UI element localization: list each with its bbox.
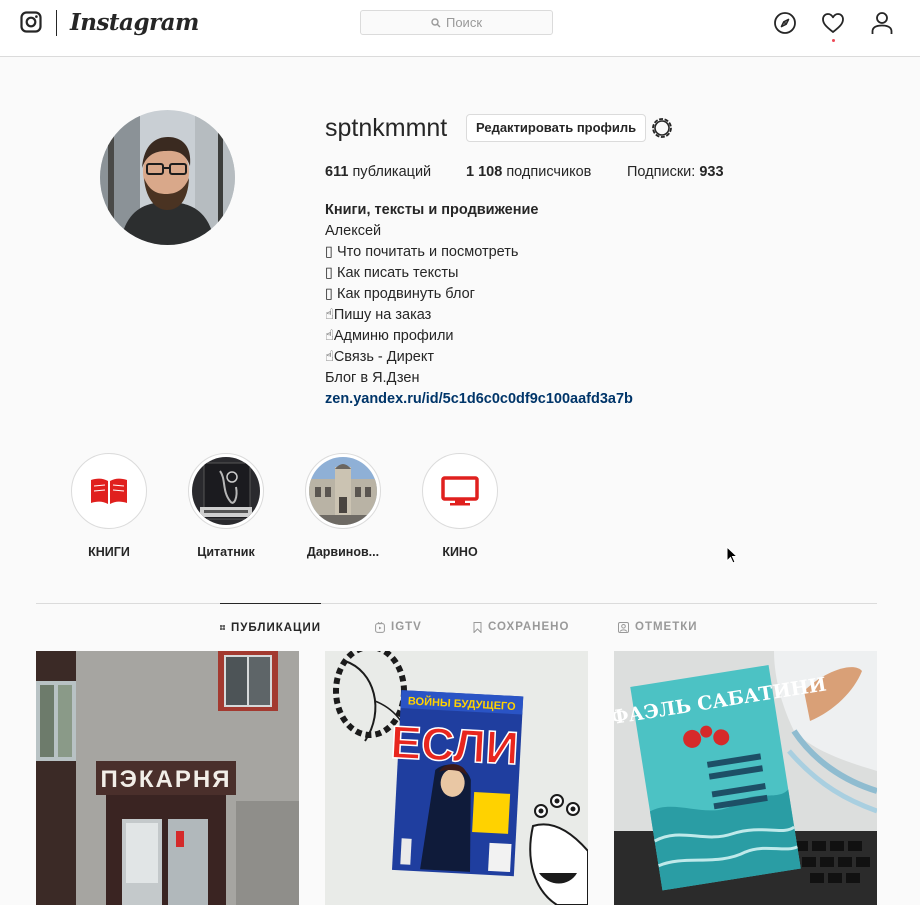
bio-line: ☝Пишу на заказ: [325, 307, 432, 323]
posts-stat: 611 публикаций: [325, 164, 431, 180]
bio-line: Блог в Я.Дзен: [325, 370, 420, 386]
posts-label: публикаций: [352, 164, 432, 180]
bio-line: ☝Связь - Директ: [325, 349, 434, 365]
post-thumbnail[interactable]: ПЭКАРНЯ: [36, 651, 299, 905]
bio-website-link[interactable]: zen.yandex.ru/id/5c1d6c0c0df9c100aafd3a7…: [325, 389, 633, 410]
posts-count: 611: [325, 164, 349, 180]
bakery-storefront-photo: ПЭКАРНЯ: [36, 651, 299, 905]
post-thumbnail[interactable]: ВОЙНЫ БУДУЩЕГО ЕСЛИ: [325, 651, 588, 905]
red-tv-icon: [441, 476, 479, 506]
notification-dot: [832, 39, 835, 42]
avatar-photo: [100, 110, 235, 245]
profile-username: sptnkmmnt: [325, 114, 448, 142]
book-cover-photo: [192, 457, 260, 525]
highlight-item[interactable]: Цитатник: [166, 453, 286, 559]
highlight-item[interactable]: КИНО: [400, 453, 520, 559]
highlight-ring: [188, 453, 264, 529]
tab-saved[interactable]: СОХРАНЕНО: [473, 603, 569, 651]
bio-line: ▯ Что почитать и посмотреть: [325, 244, 519, 260]
settings-gear-icon[interactable]: [650, 116, 674, 140]
mouse-cursor-icon: [726, 546, 738, 564]
tab-label: СОХРАНЕНО: [488, 621, 570, 633]
following-label: Подписки:: [627, 164, 696, 180]
search-input[interactable]: Поиск: [360, 10, 553, 35]
tab-label: ОТМЕТКИ: [635, 621, 698, 633]
grid-icon: [220, 625, 225, 630]
profile-avatar[interactable]: [100, 110, 235, 245]
following-count: 933: [699, 164, 724, 180]
tagged-icon: [618, 621, 629, 633]
highlight-label: Цитатник: [197, 545, 255, 559]
highlight-cover: [192, 457, 260, 525]
highlight-ring: [71, 453, 147, 529]
red-book-icon: [91, 478, 127, 504]
following-stat[interactable]: Подписки: 933: [627, 164, 724, 180]
highlight-label: Дарвинов...: [306, 545, 380, 559]
post-thumbnail[interactable]: РАФАЭЛЬ САБАТИНИ: [614, 651, 877, 905]
tabs-divider: [36, 603, 877, 604]
tab-label: IGTV: [391, 621, 422, 633]
igtv-icon: [375, 621, 385, 633]
magazine-esli-photo: ВОЙНЫ БУДУЩЕГО ЕСЛИ: [325, 651, 588, 905]
highlight-ring: [422, 453, 498, 529]
followers-stat[interactable]: 1 108 подписчиков: [466, 164, 591, 180]
tab-posts[interactable]: ПУБЛИКАЦИИ: [220, 603, 321, 651]
tab-tagged[interactable]: ОТМЕТКИ: [618, 603, 698, 651]
highlight-label: КНИГИ: [88, 545, 130, 559]
search-icon: [431, 17, 441, 27]
bio-line: ☝Админю профили: [325, 328, 454, 344]
bio-line: ▯ Как писать тексты: [325, 265, 459, 281]
top-navigation-bar: Instagram Поиск: [0, 0, 920, 57]
instagram-glyph-icon[interactable]: [20, 11, 42, 33]
highlight-cover: [75, 457, 143, 525]
highlight-cover: [309, 457, 377, 525]
profile-person-icon[interactable]: [870, 11, 894, 35]
bio-display-name: Книги, тексты и продвижение: [325, 202, 539, 218]
highlight-cover: [426, 457, 494, 525]
activity-heart-icon[interactable]: [821, 11, 845, 35]
followers-label: подписчиков: [506, 164, 592, 180]
tab-label: ПУБЛИКАЦИИ: [231, 621, 321, 634]
highlight-item[interactable]: Дарвинов...: [283, 453, 403, 559]
bio-line: ▯ Как продвинуть блог: [325, 286, 475, 302]
explore-compass-icon[interactable]: [773, 11, 797, 35]
followers-count: 1 108: [466, 164, 503, 180]
tab-igtv[interactable]: IGTV: [375, 603, 422, 651]
bookmark-icon: [473, 621, 482, 633]
highlight-ring: [305, 453, 381, 529]
profile-bio: Книги, тексты и продвижение Алексей ▯ Чт…: [325, 200, 633, 410]
instagram-wordmark[interactable]: Instagram: [70, 9, 199, 36]
highlight-item[interactable]: КНИГИ: [49, 453, 169, 559]
bio-line: Алексей: [325, 223, 382, 239]
edit-profile-button[interactable]: Редактировать профиль: [466, 114, 647, 142]
logo-divider: [56, 10, 57, 36]
sabatini-book-photo: РАФАЭЛЬ САБАТИНИ: [614, 651, 877, 905]
highlight-label: КИНО: [442, 545, 478, 559]
building-photo: [309, 457, 377, 525]
search-placeholder: Поиск: [445, 15, 483, 30]
post-caption-text: ПЭКАРНЯ: [101, 766, 232, 793]
